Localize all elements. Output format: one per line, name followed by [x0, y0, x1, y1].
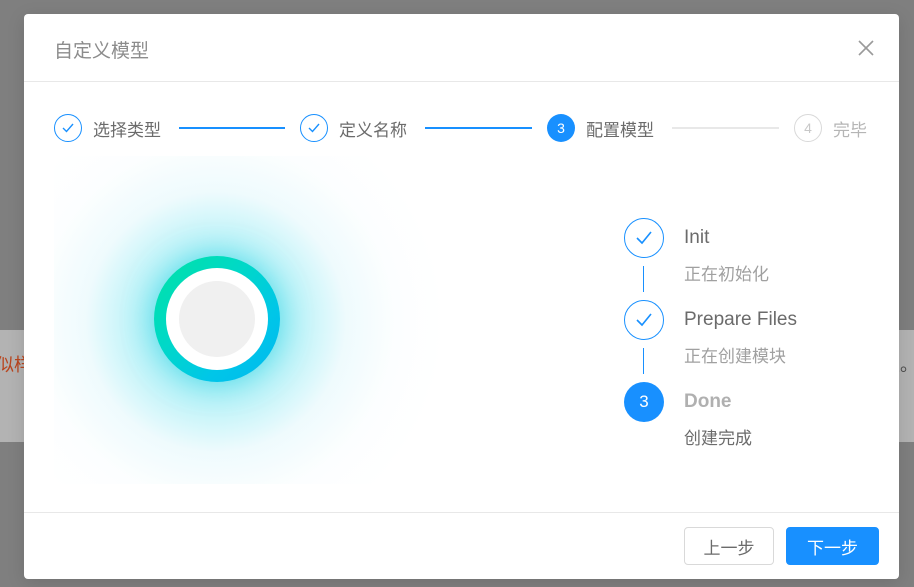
step-label: 配置模型	[586, 120, 654, 140]
next-step-button[interactable]: 下一步	[786, 527, 879, 565]
step-configure-model: 3 配置模型	[547, 113, 654, 143]
dialog-title: 自定义模型	[54, 41, 150, 62]
progress-title: Prepare Files	[684, 309, 797, 330]
step-connector	[672, 127, 779, 129]
step-number: 3	[547, 114, 575, 142]
step-label: 完毕	[833, 120, 867, 140]
check-icon	[300, 114, 328, 142]
step-connector	[179, 127, 285, 129]
dialog-footer: 上一步 下一步	[24, 512, 899, 580]
progress-title: Init	[684, 227, 710, 248]
progress-description: 创建完成	[684, 429, 752, 448]
progress-description: 正在创建模块	[684, 347, 786, 366]
progress-step-init: Init 正在初始化	[624, 218, 864, 284]
step-connector	[425, 127, 532, 129]
progress-connector	[643, 348, 644, 374]
progress-steps: Init 正在初始化 Prepare Files 正在创建模块 3 Done 创…	[624, 218, 864, 458]
previous-step-button[interactable]: 上一步	[684, 527, 774, 565]
check-icon	[624, 218, 664, 258]
step-finish: 4 完毕	[794, 113, 867, 143]
progress-number: 3	[624, 382, 664, 422]
ring-core	[179, 281, 255, 357]
dialog-header: 自定义模型	[24, 14, 899, 82]
check-icon	[54, 114, 82, 142]
custom-model-dialog: 自定义模型 选择类型 定义名称 3 配置模型 4 完毕 Init 正在初始化 P…	[24, 14, 899, 579]
step-select-type: 选择类型	[54, 113, 161, 143]
step-label: 选择类型	[93, 120, 161, 140]
ring-inner	[166, 268, 268, 370]
progress-step-done: 3 Done 创建完成	[624, 382, 864, 448]
progress-step-prepare-files: Prepare Files 正在创建模块	[624, 300, 864, 366]
close-icon[interactable]	[858, 40, 874, 56]
loading-ring-icon	[154, 256, 280, 382]
step-number: 4	[794, 114, 822, 142]
check-icon	[624, 300, 664, 340]
step-label: 定义名称	[339, 120, 407, 140]
steps-bar: 选择类型 定义名称 3 配置模型 4 完毕	[54, 113, 870, 143]
progress-description: 正在初始化	[684, 265, 769, 284]
step-define-name: 定义名称	[300, 113, 407, 143]
progress-title: Done	[684, 391, 732, 412]
progress-connector	[643, 266, 644, 292]
